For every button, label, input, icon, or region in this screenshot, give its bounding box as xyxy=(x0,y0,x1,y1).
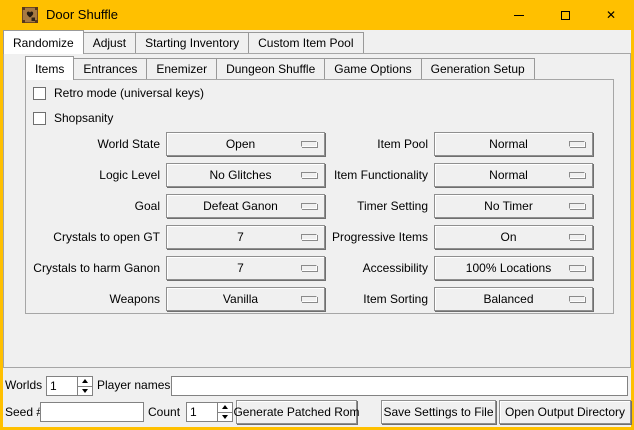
shopsanity-checkbox-row[interactable]: Shopsanity xyxy=(33,110,113,126)
tab-dungeon-shuffle[interactable]: Dungeon Shuffle xyxy=(216,58,325,79)
arrow-up-icon xyxy=(82,379,88,383)
count-spin-arrows xyxy=(217,403,232,421)
weapons-label: Weapons xyxy=(20,287,160,311)
arrow-down-icon xyxy=(82,389,88,393)
crystals-open-gt-value: 7 xyxy=(237,230,254,244)
item-sorting-value: Balanced xyxy=(483,292,543,306)
tab-adjust[interactable]: Adjust xyxy=(83,32,136,53)
window-title: Door Shuffle xyxy=(46,0,118,30)
inner-tabbar: Items Entrances Enemizer Dungeon Shuffle… xyxy=(25,57,535,79)
item-pool-dropdown[interactable]: Normal xyxy=(434,132,593,156)
retro-mode-checkbox-row[interactable]: Retro mode (universal keys) xyxy=(33,85,204,101)
item-functionality-value: Normal xyxy=(489,168,538,182)
timer-setting-label: Timer Setting xyxy=(298,194,428,218)
spin-up-button[interactable] xyxy=(78,377,92,386)
world-state-value: Open xyxy=(226,137,265,151)
item-functionality-label: Item Functionality xyxy=(298,163,428,187)
seed-input[interactable] xyxy=(40,402,144,422)
open-output-directory-button[interactable]: Open Output Directory xyxy=(499,400,631,424)
menu-indicator-icon xyxy=(569,141,585,147)
worlds-input[interactable] xyxy=(47,377,77,395)
progressive-items-value: On xyxy=(500,230,526,244)
item-pool-value: Normal xyxy=(489,137,538,151)
logic-level-value: No Glitches xyxy=(209,168,281,182)
minimize-button[interactable] xyxy=(496,0,542,30)
player-names-input[interactable] xyxy=(171,376,628,396)
count-spinner[interactable] xyxy=(186,402,233,422)
count-label: Count xyxy=(148,402,180,423)
shopsanity-label: Shopsanity xyxy=(54,111,113,125)
player-names-label: Player names xyxy=(97,375,170,396)
outer-tabbar: Randomize Adjust Starting Inventory Cust… xyxy=(3,31,364,53)
retro-mode-checkbox[interactable] xyxy=(33,87,46,100)
worlds-spinner[interactable] xyxy=(46,376,93,396)
item-sorting-dropdown[interactable]: Balanced xyxy=(434,287,593,311)
generate-patched-rom-button[interactable]: Generate Patched Rom xyxy=(236,400,357,424)
logic-level-label: Logic Level xyxy=(20,163,160,187)
menu-indicator-icon xyxy=(569,234,585,240)
goal-label: Goal xyxy=(20,194,160,218)
seed-label: Seed # xyxy=(5,402,43,423)
close-button[interactable]: ✕ xyxy=(588,0,634,30)
accessibility-dropdown[interactable]: 100% Locations xyxy=(434,256,593,280)
door-shuffle-window: Door Shuffle ✕ Randomize Adjust Starting… xyxy=(0,0,634,430)
crystals-harm-ganon-label: Crystals to harm Ganon xyxy=(20,256,160,280)
menu-indicator-icon xyxy=(569,172,585,178)
world-state-label: World State xyxy=(20,132,160,156)
item-pool-label: Item Pool xyxy=(298,132,428,156)
timer-setting-value: No Timer xyxy=(484,199,543,213)
spin-down-button[interactable] xyxy=(78,386,92,396)
goal-value: Defeat Ganon xyxy=(203,199,288,213)
minimize-icon xyxy=(514,15,524,16)
tab-generation-setup[interactable]: Generation Setup xyxy=(421,58,535,79)
worlds-label: Worlds xyxy=(5,375,42,396)
shopsanity-checkbox[interactable] xyxy=(33,112,46,125)
accessibility-label: Accessibility xyxy=(298,256,428,280)
save-settings-button[interactable]: Save Settings to File xyxy=(381,400,496,424)
item-functionality-dropdown[interactable]: Normal xyxy=(434,163,593,187)
tab-custom-item-pool[interactable]: Custom Item Pool xyxy=(248,32,363,53)
arrow-up-icon xyxy=(222,405,228,409)
spin-down-button[interactable] xyxy=(218,412,232,422)
maximize-button[interactable] xyxy=(542,0,588,30)
tab-starting-inventory[interactable]: Starting Inventory xyxy=(135,32,249,53)
spin-up-button[interactable] xyxy=(218,403,232,412)
door-icon xyxy=(22,7,38,23)
titlebar[interactable]: Door Shuffle ✕ xyxy=(0,0,634,30)
menu-indicator-icon xyxy=(569,265,585,271)
accessibility-value: 100% Locations xyxy=(466,261,561,275)
close-icon: ✕ xyxy=(606,9,616,21)
timer-setting-dropdown[interactable]: No Timer xyxy=(434,194,593,218)
item-sorting-label: Item Sorting xyxy=(298,287,428,311)
tab-entrances[interactable]: Entrances xyxy=(73,58,147,79)
tab-enemizer[interactable]: Enemizer xyxy=(146,58,217,79)
retro-mode-label: Retro mode (universal keys) xyxy=(54,86,204,100)
tab-items[interactable]: Items xyxy=(25,56,74,80)
count-input[interactable] xyxy=(187,403,217,421)
crystals-harm-ganon-value: 7 xyxy=(237,261,254,275)
menu-indicator-icon xyxy=(569,296,585,302)
maximize-icon xyxy=(561,11,570,20)
weapons-value: Vanilla xyxy=(223,292,268,306)
progressive-items-dropdown[interactable]: On xyxy=(434,225,593,249)
progressive-items-label: Progressive Items xyxy=(298,225,428,249)
tab-randomize[interactable]: Randomize xyxy=(3,30,84,54)
arrow-down-icon xyxy=(222,415,228,419)
menu-indicator-icon xyxy=(569,203,585,209)
tab-game-options[interactable]: Game Options xyxy=(324,58,421,79)
worlds-spin-arrows xyxy=(77,377,92,395)
crystals-open-gt-label: Crystals to open GT xyxy=(20,225,160,249)
window-controls: ✕ xyxy=(496,0,634,30)
